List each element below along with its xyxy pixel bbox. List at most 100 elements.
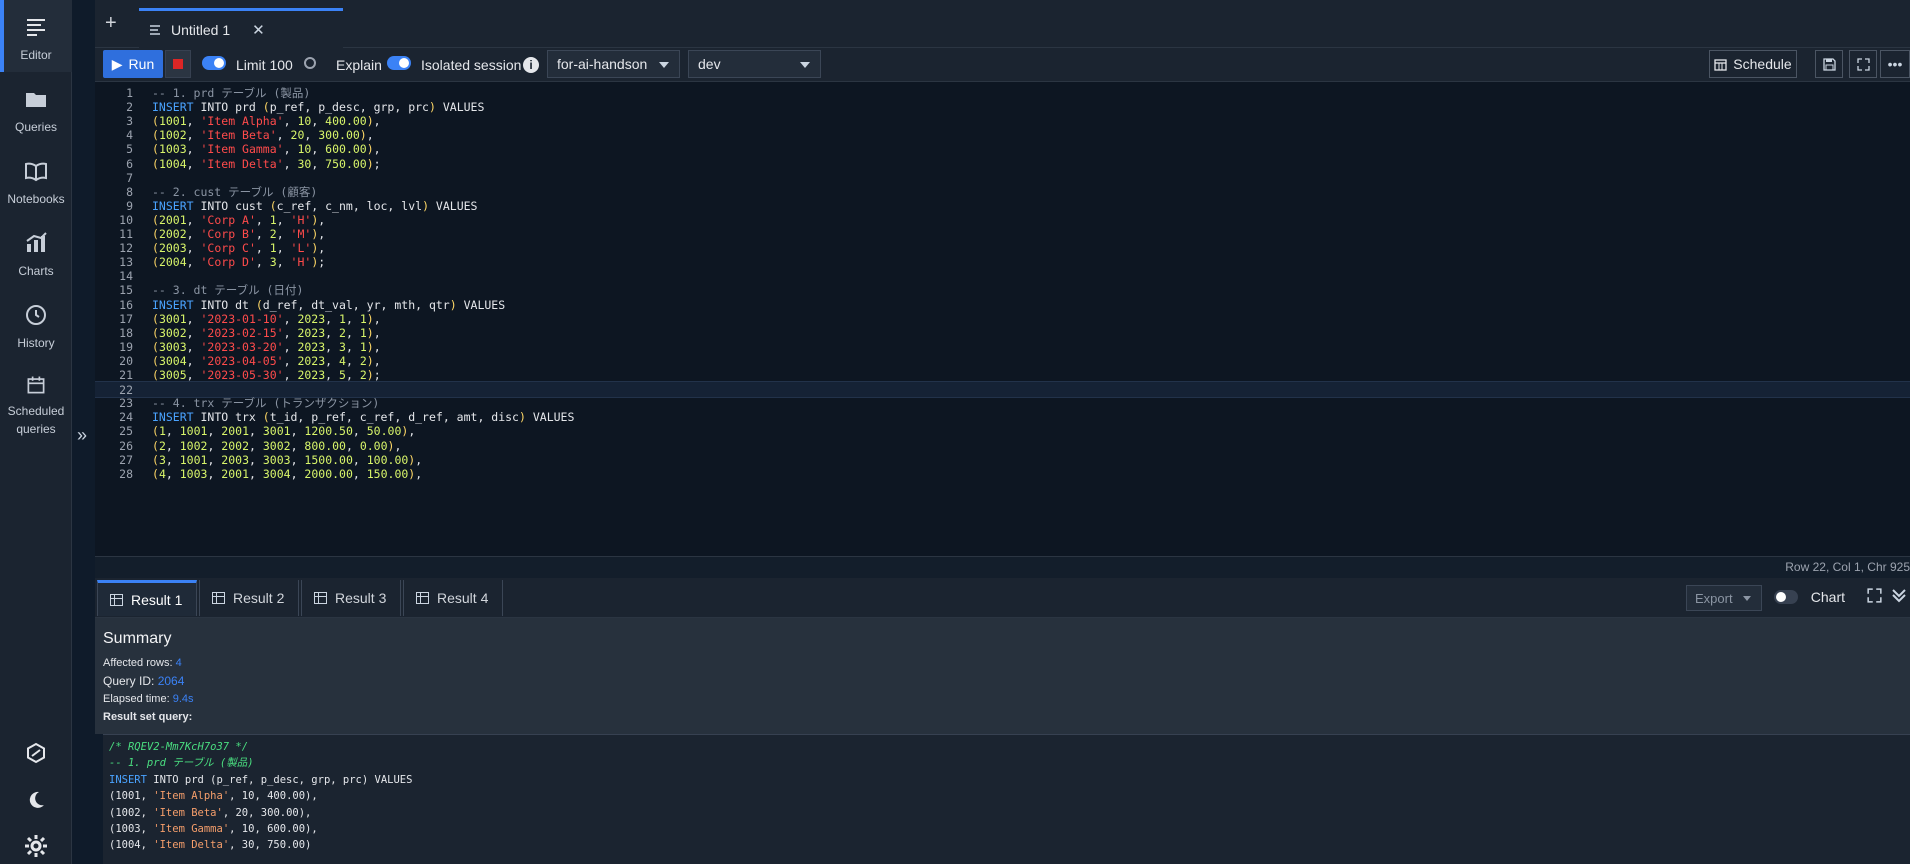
tab-title: Untitled 1 bbox=[171, 21, 231, 38]
result-query-line: (1001, 'Item Alpha', 10, 400.00), bbox=[109, 790, 318, 803]
calendar-icon bbox=[27, 376, 45, 394]
caret-down-icon bbox=[659, 62, 669, 68]
rail-item-charts[interactable]: Charts bbox=[0, 216, 72, 288]
gear-icon bbox=[25, 835, 47, 857]
result-tab-label: Result 1 bbox=[131, 591, 183, 608]
result-query-line: /* RQEV2-Mm7KcH7o37 */ bbox=[109, 741, 249, 753]
result-set-label: Result set query: bbox=[103, 711, 193, 723]
run-label: Run bbox=[128, 56, 155, 72]
editor-icon bbox=[150, 24, 160, 35]
rail-item-label: Scheduled queries bbox=[7, 404, 65, 436]
table-icon bbox=[416, 592, 429, 604]
query-id-label: Query ID: bbox=[103, 674, 155, 688]
rail-item-label: Queries bbox=[14, 120, 58, 134]
rail-hexagon-button[interactable] bbox=[0, 742, 72, 764]
expand-icon bbox=[1856, 57, 1870, 71]
result-tab-label: Result 3 bbox=[335, 590, 387, 606]
export-label: Export bbox=[1695, 590, 1733, 606]
editor-icon bbox=[27, 19, 45, 36]
rail-item-notebooks[interactable]: Notebooks bbox=[0, 144, 72, 216]
explain-toggle[interactable] bbox=[304, 57, 316, 69]
database-select[interactable]: dev bbox=[688, 50, 821, 78]
stop-button[interactable] bbox=[165, 50, 191, 78]
rail-theme-button[interactable] bbox=[0, 789, 72, 811]
export-button[interactable]: Export bbox=[1686, 585, 1762, 611]
results-tab-bar: Result 1 Result 2 Result 3 Result 4 Expo… bbox=[95, 578, 1910, 618]
result-tab-label: Result 2 bbox=[233, 590, 285, 606]
save-icon bbox=[1822, 57, 1836, 71]
schedule-label: Schedule bbox=[1733, 56, 1792, 72]
rail-item-history[interactable]: History bbox=[0, 288, 72, 360]
left-rail: Editor Queries Notebooks Charts History … bbox=[0, 0, 72, 864]
affected-rows-row: Affected rows: 4 bbox=[103, 654, 1910, 672]
result-query-line: (1003, 'Item Gamma', 10, 600.00), bbox=[109, 823, 318, 835]
result-tab-label: Result 4 bbox=[437, 590, 489, 606]
ellipsis-icon: ••• bbox=[1887, 56, 1903, 72]
rail-item-scheduled-queries[interactable]: Scheduled queries bbox=[0, 360, 72, 438]
result-query-line: INSERT INTO prd (p_ref, p_desc, grp, prc… bbox=[109, 773, 413, 786]
summary-title: Summary bbox=[103, 630, 172, 647]
save-button[interactable] bbox=[1815, 50, 1843, 78]
tab-result-3[interactable]: Result 3 bbox=[301, 580, 401, 616]
limit-toggle[interactable] bbox=[202, 56, 226, 70]
result-set-query: /* RQEV2-Mm7KcH7o37 */ -- 1. prd テーブル (製品… bbox=[103, 734, 1910, 864]
rail-item-editor[interactable]: Editor bbox=[0, 0, 72, 72]
elapsed-value: 9.4s bbox=[172, 693, 194, 705]
tab-result-4[interactable]: Result 4 bbox=[403, 580, 503, 616]
sql-editor[interactable]: 1 -- 1. prd テーブル (製品) 2 INSERT INTO prd (p_… bbox=[95, 82, 1910, 556]
table-icon bbox=[110, 593, 123, 606]
close-icon[interactable]: ✕ bbox=[252, 21, 265, 39]
chart-icon bbox=[26, 232, 47, 252]
editor-tab-bar: + Untitled 1 ✕ bbox=[95, 0, 1910, 48]
affected-rows-label: Affected rows: bbox=[103, 657, 173, 669]
clock-icon bbox=[26, 305, 46, 325]
expand-results-button[interactable] bbox=[1867, 588, 1882, 608]
play-icon: ▶ bbox=[111, 55, 123, 72]
result-summary: Summary Affected rows: 4 Query ID: 2064 … bbox=[95, 618, 1910, 734]
fullscreen-button[interactable] bbox=[1849, 50, 1877, 78]
calendar-icon bbox=[1714, 58, 1727, 71]
code-line[interactable]: 28 (4, 1003, 2001, 3004, 2000.00, 150.00)… bbox=[95, 466, 1910, 483]
expand-sidebar-button[interactable]: » bbox=[72, 420, 92, 450]
affected-rows-value: 4 bbox=[175, 657, 182, 669]
run-button[interactable]: ▶ Run bbox=[103, 50, 163, 78]
line-number: 28 bbox=[119, 466, 133, 481]
caret-down-icon bbox=[800, 62, 810, 68]
isolated-session-label: Isolated session bbox=[421, 57, 522, 73]
book-icon bbox=[25, 162, 47, 182]
chart-toggle[interactable] bbox=[1774, 590, 1798, 604]
rail-settings-button[interactable] bbox=[0, 834, 72, 858]
result-query-line: (1004, 'Item Delta', 30, 750.00) bbox=[109, 839, 312, 852]
query-id-value[interactable]: 2064 bbox=[158, 674, 185, 688]
rail-item-label: Charts bbox=[18, 264, 54, 278]
table-icon bbox=[212, 592, 225, 604]
double-chevron-down-icon bbox=[1892, 589, 1906, 603]
tab-result-1[interactable]: Result 1 bbox=[97, 580, 197, 616]
rail-item-queries[interactable]: Queries bbox=[0, 72, 72, 144]
connection-select[interactable]: for-ai-handson bbox=[547, 50, 680, 78]
schedule-button[interactable]: Schedule bbox=[1709, 50, 1797, 78]
tab-result-2[interactable]: Result 2 bbox=[199, 580, 299, 616]
rail-item-label: Editor bbox=[20, 48, 52, 62]
explain-label: Explain bbox=[336, 57, 382, 73]
tab-untitled-1[interactable]: Untitled 1 ✕ bbox=[139, 8, 343, 48]
result-query-line: (1002, 'Item Beta', 20, 300.00), bbox=[109, 806, 312, 819]
collapse-results-button[interactable] bbox=[1890, 586, 1908, 609]
cursor-position: Row 22, Col 1, Chr 925 bbox=[1785, 560, 1910, 574]
new-tab-button[interactable]: + bbox=[105, 12, 117, 35]
folder-icon bbox=[26, 93, 46, 107]
moon-icon bbox=[29, 791, 44, 808]
more-options-button[interactable]: ••• bbox=[1880, 50, 1910, 78]
query-id-row: Query ID: 2064 bbox=[103, 672, 1910, 690]
caret-down-icon bbox=[1743, 596, 1751, 601]
isolated-session-toggle[interactable] bbox=[387, 56, 411, 70]
editor-status-bar: Row 22, Col 1, Chr 925 bbox=[95, 556, 1910, 578]
limit-label: Limit 100 bbox=[236, 57, 293, 73]
database-value: dev bbox=[698, 56, 721, 72]
rail-item-label: Notebooks bbox=[7, 192, 65, 206]
info-icon[interactable]: i bbox=[523, 57, 539, 73]
editor-toolbar: ▶ Run Limit 100 Explain Isolated session… bbox=[95, 48, 1910, 82]
connection-value: for-ai-handson bbox=[557, 56, 648, 72]
elapsed-row: Elapsed time: 9.4s bbox=[103, 690, 1910, 708]
rail-item-label: History bbox=[17, 336, 55, 350]
